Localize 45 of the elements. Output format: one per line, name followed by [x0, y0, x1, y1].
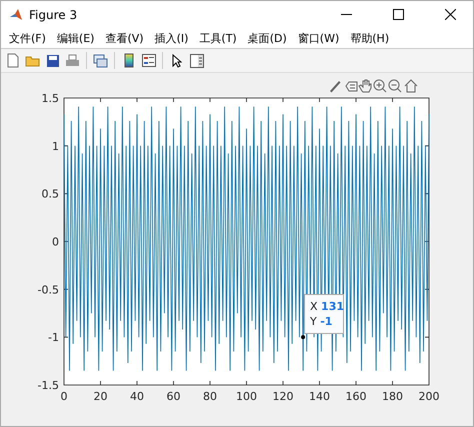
copy-figure-tool[interactable]	[92, 52, 109, 69]
menu-item[interactable]: 桌面(D)	[244, 30, 294, 46]
tick-label: 60	[166, 390, 180, 403]
tick-label: -1.5	[38, 379, 59, 392]
legend-tool[interactable]	[140, 52, 157, 69]
tick-label: 1.5	[42, 92, 59, 105]
data-tips-icon[interactable]	[346, 82, 358, 92]
tick-label: 180	[382, 390, 403, 403]
tick-label: 0	[60, 390, 68, 403]
property-pane-tool[interactable]	[188, 52, 205, 69]
app-logo-icon	[9, 8, 23, 22]
home-icon[interactable]	[404, 79, 418, 92]
hand-icon[interactable]	[358, 80, 372, 92]
zoom-in-icon[interactable]	[374, 80, 386, 92]
menu-item[interactable]: 编辑(E)	[52, 30, 102, 46]
tick-label: 0.5	[42, 188, 59, 201]
data-point-marker	[301, 335, 306, 340]
print-tool[interactable]	[64, 52, 81, 69]
tick-label: 20	[94, 390, 108, 403]
save-tool[interactable]	[44, 52, 61, 69]
tick-label: 120	[272, 390, 294, 403]
close-icon	[444, 9, 456, 20]
window-title: Figure 3	[29, 8, 78, 22]
data-tip-x: X 131	[310, 300, 343, 313]
minimize-icon	[340, 14, 352, 16]
tick-label: -1	[48, 331, 59, 344]
tick-label: 200	[418, 390, 440, 403]
data-tip-y: Y -1	[310, 315, 334, 328]
menu-item[interactable]: 文件(F)	[5, 30, 53, 46]
menu-item[interactable]: 工具(T)	[195, 30, 244, 46]
menu-item[interactable]: 插入(I)	[150, 30, 196, 46]
tick-label: -0.5	[38, 283, 59, 296]
tick-label: 80	[203, 390, 217, 403]
tick-label: 0	[52, 236, 59, 248]
menu-item[interactable]: 帮助(H)	[346, 30, 396, 46]
menu-item[interactable]: 窗口(W)	[294, 30, 346, 46]
menu-item[interactable]: 查看(V)	[101, 30, 151, 46]
tick-label: 140	[309, 390, 330, 403]
tick-label: 160	[346, 390, 366, 403]
tick-label: 100	[236, 390, 257, 403]
brush-icon[interactable]	[330, 81, 340, 92]
maximize-icon	[392, 9, 404, 20]
tick-label: 40	[130, 390, 144, 403]
tick-label: 1	[52, 140, 59, 153]
zoom-out-icon[interactable]	[388, 80, 402, 92]
